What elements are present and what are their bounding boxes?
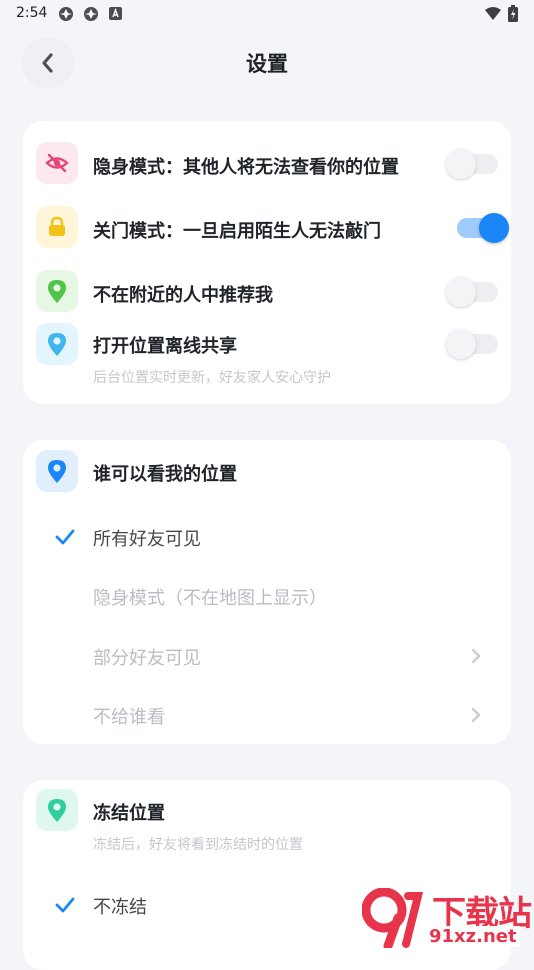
location-pin-icon (48, 460, 66, 483)
door-close-mode-label: 关门模式：一旦启用陌生人无法敲门 (93, 221, 381, 242)
nearby-recommend-row: 不在附近的人中推荐我 (23, 259, 511, 323)
offline-share-sublabel: 后台位置实时更新，好友家人安心守护 (93, 370, 331, 386)
visibility-card: 谁可以看我的位置 所有好友可见 隐身模式（不在地图上显示） 部分好友可见 不给谁… (23, 440, 511, 744)
privacy-settings-card: 隐身模式：其他人将无法查看你的位置 关门模式：一旦启用陌生人无法敲门 不在附近的… (23, 121, 511, 404)
chevron-right-icon (471, 707, 481, 723)
freeze-header: 冻结位置 冻结后，好友将看到冻结时的位置 (23, 780, 511, 860)
location-pin-icon (48, 333, 66, 356)
watermark-url: 91xz.net (426, 926, 520, 947)
offline-share-row: 打开位置离线共享 后台位置实时更新，好友家人安心守护 (23, 323, 511, 403)
stealth-mode-icon-box (36, 142, 78, 184)
lock-icon (49, 216, 65, 236)
door-close-mode-toggle[interactable] (457, 213, 509, 243)
checkmark-icon (55, 529, 75, 545)
visibility-option-nobody[interactable]: 不给谁看 (23, 689, 511, 741)
status-bar: 2:54 (0, 0, 534, 28)
freeze-icon-box (36, 789, 78, 831)
page-title: 设置 (246, 52, 288, 76)
freeze-subtitle: 冻结后，好友将看到冻结时的位置 (93, 837, 303, 853)
status-time: 2:54 (16, 5, 48, 21)
stealth-mode-toggle[interactable] (446, 149, 498, 179)
door-close-mode-icon-box (36, 206, 78, 248)
location-pin-icon (48, 799, 66, 822)
battery-icon (508, 5, 518, 22)
visibility-header: 谁可以看我的位置 (23, 440, 511, 504)
option-label: 隐身模式（不在地图上显示） (93, 588, 327, 609)
option-label: 所有好友可见 (93, 529, 201, 550)
app-icon (59, 7, 73, 21)
stealth-mode-label: 隐身模式：其他人将无法查看你的位置 (93, 157, 399, 178)
nearby-recommend-toggle[interactable] (446, 277, 498, 307)
option-label: 部分好友可见 (93, 648, 201, 669)
watermark-logo-icon (362, 888, 424, 948)
stealth-mode-row: 隐身模式：其他人将无法查看你的位置 (23, 131, 511, 195)
visibility-title: 谁可以看我的位置 (93, 464, 237, 485)
nearby-recommend-label: 不在附近的人中推荐我 (93, 285, 273, 306)
option-label: 不给谁看 (93, 707, 165, 728)
nearby-recommend-icon-box (36, 270, 78, 312)
location-pin-icon (48, 280, 66, 303)
offline-share-toggle[interactable] (446, 329, 498, 359)
visibility-icon-box (36, 450, 78, 492)
app-icon (84, 7, 98, 21)
checkmark-icon (55, 897, 75, 913)
chevron-right-icon (471, 648, 481, 664)
visibility-option-stealth[interactable]: 隐身模式（不在地图上显示） (23, 570, 511, 622)
door-close-mode-row: 关门模式：一旦启用陌生人无法敲门 (23, 195, 511, 259)
offline-share-icon-box (36, 323, 78, 365)
offline-share-label: 打开位置离线共享 (93, 336, 237, 357)
eye-off-icon (45, 153, 69, 173)
notification-icon (109, 7, 122, 20)
freeze-title: 冻结位置 (93, 803, 165, 824)
wifi-icon (485, 7, 501, 20)
option-label: 不冻结 (93, 897, 147, 918)
watermark: 下载站 91xz.net (362, 886, 534, 950)
visibility-option-some-friends[interactable]: 部分好友可见 (23, 630, 511, 682)
visibility-option-all-friends[interactable]: 所有好友可见 (23, 511, 511, 563)
